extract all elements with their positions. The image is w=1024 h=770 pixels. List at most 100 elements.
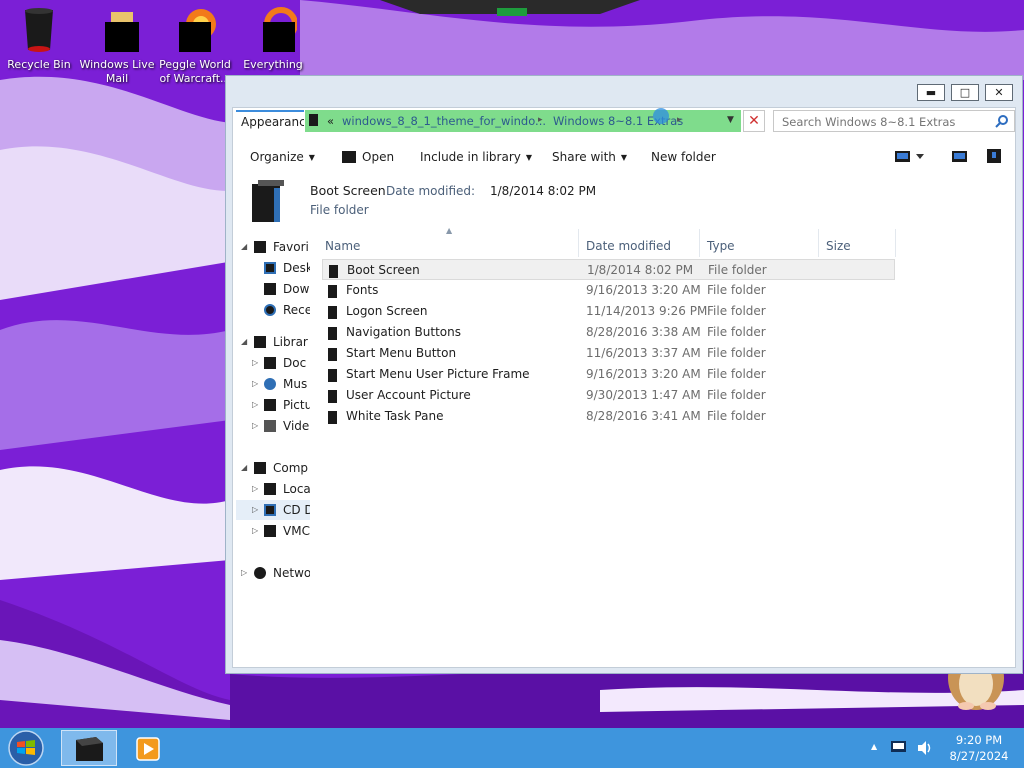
windows-logo-icon <box>8 730 44 766</box>
change-view-icon[interactable] <box>895 151 925 166</box>
breadcrumb-separator[interactable]: ▸ <box>538 115 543 125</box>
action-center-icon[interactable] <box>891 741 907 758</box>
nav-favorites[interactable]: ◢ Favori <box>236 237 310 257</box>
new-folder-button[interactable]: New folder <box>651 150 716 164</box>
preview-pane-icon[interactable] <box>952 151 968 166</box>
folder-icon <box>328 326 338 340</box>
file-name: White Task Pane <box>346 409 444 423</box>
desktop-icon-recycle-bin[interactable]: Recycle Bin <box>1 6 77 72</box>
maximize-button[interactable]: □ <box>951 84 979 101</box>
explorer-icon <box>76 737 103 761</box>
file-date: 9/30/2013 1:47 AM <box>586 388 701 402</box>
favorites-icon <box>254 241 266 253</box>
breadcrumb-item[interactable]: windows_8_8_1_theme_for_windo... <box>342 114 546 128</box>
nav-desktop[interactable]: Desk <box>236 258 310 278</box>
column-header-date[interactable]: Date modified <box>586 239 671 253</box>
file-date: 8/28/2016 3:38 AM <box>586 325 701 339</box>
breadcrumb-separator[interactable]: ▸ <box>677 115 682 125</box>
nav-pictures[interactable]: ▷ Pictu <box>236 395 310 415</box>
column-divider[interactable] <box>699 229 700 257</box>
clock-date: 8/27/2024 <box>949 749 1009 763</box>
show-hidden-icons-button[interactable]: ▲ <box>871 742 877 751</box>
taskbar: ▲ 9:20 PM 8/27/2024 <box>0 728 1024 768</box>
tab-appearance[interactable]: Appearance <box>236 110 304 132</box>
table-row[interactable]: Start Menu Button 11/6/2013 3:37 AM File… <box>322 343 895 364</box>
desktop-icon-everything[interactable]: Everything <box>235 6 311 72</box>
clock-time: 9:20 PM <box>955 733 1003 747</box>
nav-label: Dow <box>283 282 310 296</box>
include-in-library-button[interactable]: Include in library ▼ <box>420 150 532 164</box>
table-row[interactable]: User Account Picture 9/30/2013 1:47 AM F… <box>322 385 895 406</box>
column-header-name[interactable]: Name <box>325 239 360 253</box>
taskbar-explorer-button[interactable] <box>61 730 117 766</box>
nav-label: Pictu <box>283 398 310 412</box>
nav-label: Comp <box>273 461 309 475</box>
cursor-highlight-icon <box>652 107 670 128</box>
details-header: Boot Screen Date modified: 1/8/2014 8:02… <box>248 178 748 226</box>
nav-computer[interactable]: ◢ Comp <box>236 458 310 478</box>
nav-label: Netwo <box>273 566 310 580</box>
address-bar[interactable]: « windows_8_8_1_theme_for_windo... ▸ Win… <box>305 107 741 132</box>
nav-downloads[interactable]: Dow <box>236 279 310 299</box>
open-button[interactable]: Open <box>342 150 394 164</box>
file-date: 9/16/2013 3:20 AM <box>586 283 701 297</box>
clear-address-button[interactable]: ✕ <box>743 110 765 132</box>
explorer-window: ▬ □ ✕ Appearance « windows_8_8_1_theme_f… <box>225 75 1023 674</box>
file-name: Start Menu Button <box>346 346 457 360</box>
file-name: Boot Screen <box>347 263 420 277</box>
search-app-icon <box>249 6 298 54</box>
taskbar-media-player-button[interactable] <box>121 730 177 766</box>
nav-videos[interactable]: ▷ Vide <box>236 416 310 436</box>
column-header-type[interactable]: Type <box>707 239 735 253</box>
file-name: Logon Screen <box>346 304 428 318</box>
sort-ascending-icon: ▲ <box>446 226 453 235</box>
table-row[interactable]: White Task Pane 8/28/2016 3:41 AM File f… <box>322 406 895 427</box>
search-input[interactable] <box>780 114 984 130</box>
column-header-size[interactable]: Size <box>826 239 851 253</box>
desktop-icon-peggle[interactable]: Peggle World of Warcraft... <box>157 6 233 86</box>
folder-icon <box>329 264 339 278</box>
nav-local-disk[interactable]: ▷ Loca <box>236 479 310 499</box>
share-with-button[interactable]: Share with ▼ <box>552 150 627 164</box>
table-row[interactable]: Logon Screen 11/14/2013 9:26 PM File fol… <box>322 301 895 322</box>
desktop-icon-label: Recycle Bin <box>7 58 71 71</box>
folder-icon <box>328 410 338 424</box>
start-button[interactable] <box>6 729 46 767</box>
videos-icon <box>264 420 276 432</box>
column-divider[interactable] <box>895 229 896 257</box>
address-overflow[interactable]: « <box>327 114 334 128</box>
file-type: File folder <box>707 325 766 339</box>
downloads-icon <box>264 283 276 295</box>
nav-label: Vide <box>283 419 310 433</box>
minimize-button[interactable]: ▬ <box>917 84 945 101</box>
folder-icon <box>328 347 338 361</box>
nav-music[interactable]: ▷ Mus <box>236 374 310 394</box>
nav-network[interactable]: ▷ Netwo <box>236 563 310 583</box>
nav-label: Loca <box>283 482 310 496</box>
table-row[interactable]: Fonts 9/16/2013 3:20 AM File folder <box>322 280 895 301</box>
volume-icon[interactable] <box>916 740 932 759</box>
close-button[interactable]: ✕ <box>985 84 1013 101</box>
column-divider[interactable] <box>818 229 819 257</box>
navigation-pane: ◢ Favori Desk Dow Rece ◢ Librar ▷ Doc ▷ <box>236 236 310 656</box>
search-icon[interactable] <box>995 114 1009 131</box>
help-icon[interactable] <box>987 149 1001 166</box>
system-clock[interactable]: 9:20 PM 8/27/2024 <box>944 732 1014 764</box>
table-row[interactable]: Boot Screen 1/8/2014 8:02 PM File folder <box>322 259 895 280</box>
table-row[interactable]: Start Menu User Picture Frame 9/16/2013 … <box>322 364 895 385</box>
column-divider[interactable] <box>578 229 579 257</box>
folder-icon <box>328 368 338 382</box>
open-icon <box>342 151 356 163</box>
desktop-icon-windows-live-mail[interactable]: Windows Live Mail <box>79 6 155 86</box>
nav-libraries[interactable]: ◢ Librar <box>236 332 310 352</box>
organize-label: Organize <box>250 150 304 164</box>
nav-documents[interactable]: ▷ Doc <box>236 353 310 373</box>
organize-button[interactable]: Organize ▼ <box>250 150 315 164</box>
search-box[interactable] <box>773 110 1015 132</box>
nav-label: Desk <box>283 261 310 275</box>
nav-recent[interactable]: Rece <box>236 300 310 320</box>
table-row[interactable]: Navigation Buttons 8/28/2016 3:38 AM Fil… <box>322 322 895 343</box>
nav-vmc[interactable]: ▷ VMC <box>236 521 310 541</box>
nav-cd-drive[interactable]: ▷ CD D <box>236 500 310 520</box>
address-dropdown-icon[interactable]: ▼ <box>727 115 734 125</box>
